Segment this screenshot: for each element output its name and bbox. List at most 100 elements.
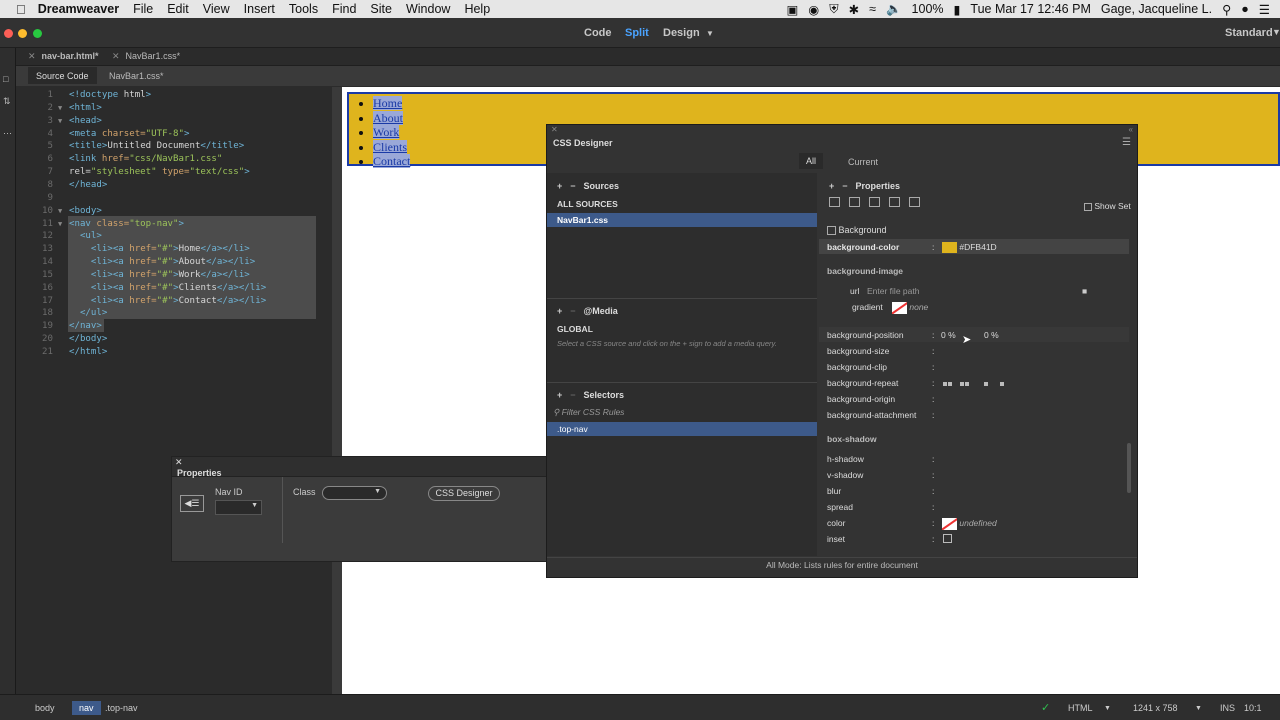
remove-icon[interactable]: − (570, 390, 575, 400)
code-editor[interactable]: 1 2 3 4 5 6 7 8 9 10 11 12 13 14 15 16 17 18 19 20 21 <!docty… (24, 87, 332, 694)
minimize-window-button[interactable] (18, 29, 27, 38)
code-line[interactable]: <li><a href="#">Work</a></li> (69, 269, 250, 282)
collapse-icon[interactable]: « (1129, 125, 1133, 134)
menu-site[interactable]: Site (370, 2, 392, 16)
inset-checkbox[interactable] (943, 534, 952, 543)
code-line[interactable]: <link href="css/NavBar1.css" (69, 153, 222, 166)
code-line[interactable]: <!doctype html> (69, 89, 151, 102)
add-icon[interactable]: + (829, 181, 834, 191)
code-line[interactable]: <title>Untitled Document</title> (69, 140, 244, 153)
fold-icon[interactable]: ▼ (58, 205, 62, 218)
add-icon[interactable]: + (557, 306, 562, 316)
view-code-button[interactable]: Code (584, 27, 612, 39)
color-swatch[interactable] (942, 242, 957, 254)
sort-icon[interactable]: ⇅ (3, 96, 11, 107)
volume-icon[interactable]: 🔈 (886, 2, 902, 17)
close-icon[interactable]: ✕ (112, 51, 120, 61)
background-icon[interactable] (889, 197, 900, 207)
code-line[interactable]: <meta charset="UTF-8"> (69, 128, 189, 141)
menu-edit[interactable]: Edit (167, 2, 189, 16)
fold-icon[interactable]: ▼ (58, 115, 62, 128)
breadcrumb-nav[interactable]: nav (72, 701, 101, 715)
bluetooth-icon[interactable]: ✱ (849, 2, 859, 17)
source-code-tab[interactable]: Source Code (28, 67, 97, 84)
nav-link-home[interactable]: Home (373, 96, 403, 110)
media-global[interactable]: GLOBAL (547, 322, 817, 336)
repeat-x-icon[interactable] (965, 382, 970, 386)
source-all[interactable]: ALL SOURCES (547, 197, 817, 211)
menu-tools[interactable]: Tools (289, 2, 318, 16)
nav-link-contact[interactable]: Contact (373, 154, 411, 168)
split-divider[interactable] (332, 87, 342, 694)
code-line[interactable]: <nav class="top-nav"> (69, 218, 184, 231)
menu-help[interactable]: Help (464, 2, 490, 16)
add-icon[interactable]: + (557, 181, 562, 191)
workspace-switcher[interactable]: Standard (1225, 27, 1273, 39)
fold-icon[interactable]: ▼ (58, 102, 62, 115)
close-window-button[interactable] (4, 29, 13, 38)
spotlight-icon[interactable]: ⚲ (1222, 2, 1231, 17)
close-icon[interactable]: ✕ (551, 125, 558, 134)
panel-menu-icon[interactable]: ☰ (1122, 137, 1131, 148)
creative-cloud-icon[interactable]: ◉ (808, 2, 819, 17)
menu-insert[interactable]: Insert (244, 2, 275, 16)
code-line[interactable]: </html> (69, 346, 107, 359)
bg-color-value[interactable]: #DFB41D (942, 240, 997, 254)
code-line[interactable]: <li><a href="#">Contact</a></li> (69, 295, 266, 308)
tab-navbar-css[interactable]: ✕ NavBar1.css* (112, 51, 180, 62)
repeat-icon[interactable] (948, 382, 952, 386)
doc-type-select[interactable]: HTML (1068, 703, 1093, 713)
code-line[interactable]: <li><a href="#">Home</a></li> (69, 243, 250, 256)
close-icon[interactable]: ✕ (28, 51, 36, 61)
notification-center-icon[interactable]: ☰ (1259, 2, 1270, 17)
border-icon[interactable] (869, 197, 880, 207)
repeat-y-icon[interactable] (983, 382, 988, 386)
code-line[interactable]: <ul> (69, 230, 102, 243)
zoom-window-button[interactable] (33, 29, 42, 38)
battery-icon[interactable]: ▮ (954, 2, 961, 17)
remove-icon[interactable]: − (842, 181, 847, 191)
css-designer-button[interactable]: CSS Designer (428, 486, 500, 501)
selector-top-nav[interactable]: .top-nav (547, 422, 817, 436)
code-line[interactable]: </ul> (69, 307, 107, 320)
window-size-select[interactable]: 1241 x 758 (1133, 703, 1178, 713)
code-line[interactable]: <head> (69, 115, 102, 128)
bg-position-y[interactable]: 0 % (984, 328, 999, 342)
breadcrumb-top-nav[interactable]: .top-nav (105, 703, 138, 713)
code-line[interactable]: rel="stylesheet" type="text/css"> (69, 166, 250, 179)
nav-link-about[interactable]: About (373, 110, 403, 125)
menu-window[interactable]: Window (406, 2, 450, 16)
close-icon[interactable]: ✕ (175, 457, 183, 468)
clock[interactable]: Tue Mar 17 12:46 PM (970, 2, 1090, 16)
check-icon[interactable]: ✓ (1041, 701, 1050, 714)
remove-icon[interactable]: − (570, 306, 575, 316)
code-line[interactable]: </head> (69, 179, 107, 192)
nav-id-select[interactable]: ▼ (215, 500, 262, 515)
url-input[interactable]: Enter file path (867, 284, 919, 298)
color-swatch[interactable] (942, 517, 957, 530)
more-properties-icon[interactable] (909, 197, 920, 207)
shadow-color-value[interactable]: undefined (942, 516, 997, 530)
more-icon[interactable]: ⋯ (3, 128, 12, 139)
breadcrumb-body[interactable]: body (35, 703, 55, 713)
menu-view[interactable]: View (203, 2, 230, 16)
mode-all-tab[interactable]: All (799, 153, 824, 169)
no-repeat-icon[interactable] (1000, 382, 1005, 386)
siri-icon[interactable]: ● (1241, 2, 1249, 16)
remove-icon[interactable]: − (570, 181, 575, 191)
wifi-icon[interactable]: ≈ (869, 2, 876, 16)
bg-position-x[interactable]: 0 % (941, 328, 956, 342)
text-icon[interactable] (849, 197, 860, 207)
show-set-checkbox[interactable]: Show Set (1084, 201, 1131, 211)
menu-find[interactable]: Find (332, 2, 356, 16)
tab-nav-bar-html[interactable]: ✕ nav-bar.html* (28, 51, 99, 62)
code-line[interactable]: <li><a href="#">Clients</a></li> (69, 282, 266, 295)
gradient-swatch[interactable] (892, 301, 907, 314)
nav-link-work[interactable]: Work (373, 125, 400, 139)
user-menu[interactable]: Gage, Jacqueline L. (1101, 2, 1212, 16)
code-line[interactable]: <li><a href="#">About</a></li> (69, 256, 255, 269)
code-line[interactable]: </nav> (69, 320, 102, 333)
menu-file[interactable]: File (133, 2, 153, 16)
battery-percent[interactable]: 100% (912, 2, 944, 16)
view-split-button[interactable]: Split (625, 27, 649, 39)
